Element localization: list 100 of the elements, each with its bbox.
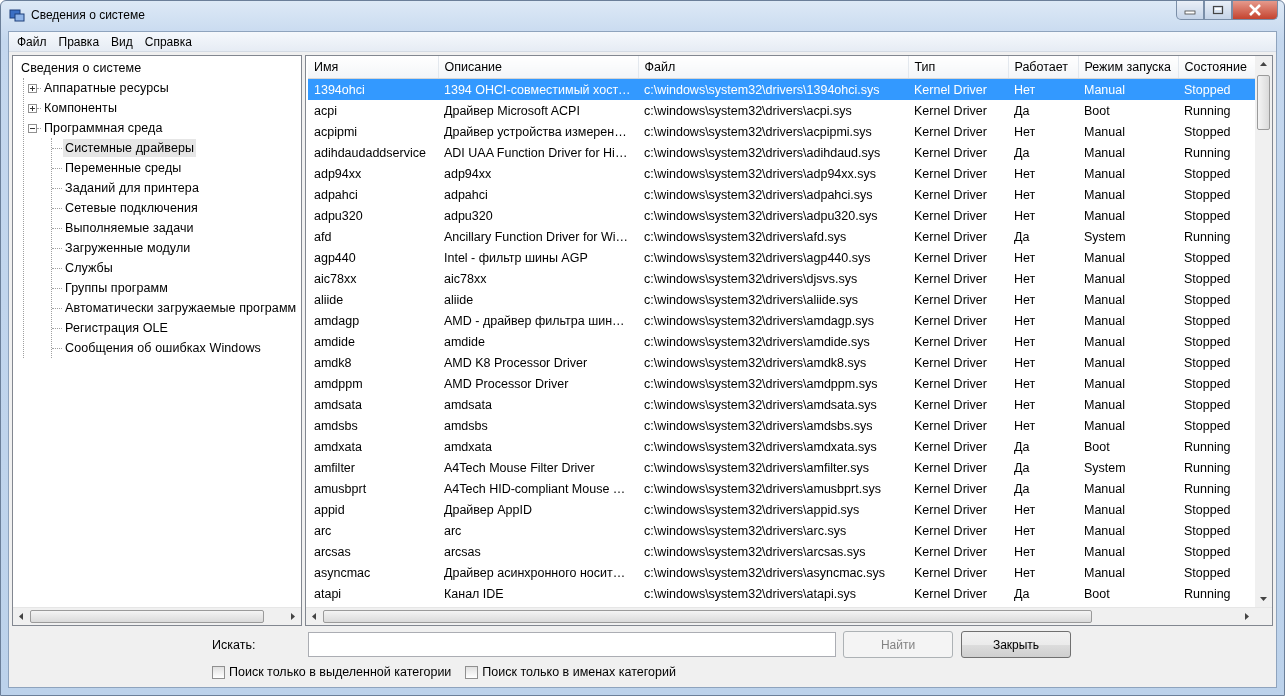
window-title: Сведения о системе: [31, 8, 145, 22]
table-cell: c:\windows\system32\drivers\adpu320.sys: [644, 208, 878, 223]
column-header[interactable]: Работает: [1008, 56, 1078, 79]
table-cell: adp94xx: [314, 166, 362, 181]
checkbox[interactable]: [465, 665, 479, 679]
table-cell: c:\windows\system32\drivers\acpipmi.sys: [644, 124, 872, 139]
tree-item[interactable]: Сведения о системе: [19, 59, 144, 77]
column-header[interactable]: Состояние: [1178, 56, 1255, 79]
tree-item[interactable]: Сообщения об ошибках Windows: [63, 339, 263, 357]
tree-item[interactable]: Автоматически загружаемые программ: [63, 299, 299, 317]
tree-item[interactable]: Службы: [63, 259, 115, 277]
column-header[interactable]: Файл: [638, 56, 908, 79]
table-cell: Да: [1014, 145, 1030, 160]
table-cell: c:\windows\system32\drivers\adpahci.sys: [644, 187, 873, 202]
maximize-button[interactable]: [1204, 1, 1232, 20]
table-cell: aic78xx: [444, 271, 487, 286]
menu-item[interactable]: Справка: [138, 34, 198, 49]
table-cell: asyncmac: [314, 565, 371, 580]
tree-item[interactable]: Программная среда: [42, 119, 165, 137]
table-cell: Нет: [1014, 523, 1036, 538]
table-cell: arcsas: [314, 544, 351, 559]
tree-item[interactable]: Заданий для принтера: [63, 179, 201, 197]
table-cell: Running: [1184, 586, 1231, 601]
table-cell: c:\windows\system32\drivers\arcsas.sys: [644, 544, 866, 559]
tree-item[interactable]: Загруженные модули: [63, 239, 193, 257]
tree-item[interactable]: Переменные среды: [63, 159, 184, 177]
app-icon: [9, 7, 25, 23]
table-cell: amdsata: [444, 397, 492, 412]
table-cell: Running: [1184, 460, 1231, 475]
horizontal-scrollbar[interactable]: [306, 607, 1272, 625]
table-cell: Stopped: [1184, 82, 1231, 97]
table-cell: amdsbs: [314, 418, 358, 433]
table-cell: arc: [314, 523, 332, 538]
table-cell: Нет: [1014, 565, 1036, 580]
menu-item[interactable]: Правка: [52, 34, 106, 49]
table-cell: appid: [314, 502, 345, 517]
table-cell: adpu320: [314, 208, 363, 223]
dialog-button[interactable]: Закрыть: [961, 631, 1071, 658]
table-cell: Stopped: [1184, 166, 1231, 181]
column-header[interactable]: Имя: [308, 56, 438, 79]
table-cell: Нет: [1014, 208, 1036, 223]
tree-item[interactable]: Выполняемые задачи: [63, 219, 196, 237]
table-cell: Boot: [1084, 103, 1110, 118]
table-cell: Stopped: [1184, 292, 1231, 307]
table-cell: aliide: [314, 292, 344, 307]
table-cell: Нет: [1014, 502, 1036, 517]
table-cell: Stopped: [1184, 376, 1231, 391]
table-cell: c:\windows\system32\drivers\djsvs.sys: [644, 271, 858, 286]
checkbox[interactable]: [212, 665, 225, 679]
tree-item[interactable]: Регистрация OLE: [63, 319, 171, 337]
collapse-icon[interactable]: [28, 123, 37, 133]
table-cell: adpahci: [444, 187, 488, 202]
table-cell: Драйвер Microsoft ACPI: [444, 103, 580, 118]
table-cell: A4Tech Mouse Filter Driver: [444, 460, 595, 475]
table-cell: System: [1084, 460, 1126, 475]
horizontal-scrollbar[interactable]: [13, 607, 301, 625]
tree-item[interactable]: Системные драйверы: [63, 139, 197, 157]
scroll-thumb[interactable]: [1257, 75, 1270, 130]
table-cell: amdxata: [444, 439, 492, 454]
table-cell: Manual: [1084, 292, 1125, 307]
search-field[interactable]: [308, 632, 836, 657]
table-cell: Stopped: [1184, 208, 1231, 223]
table-cell: Драйвер AppID: [444, 502, 532, 517]
table-cell: Kernel Driver: [914, 82, 987, 97]
table-cell: Нет: [1014, 271, 1036, 286]
tree-item[interactable]: Аппаратные ресурсы: [42, 79, 171, 97]
tree-item[interactable]: Группы программ: [63, 279, 170, 297]
table-cell: Kernel Driver: [914, 250, 987, 265]
table-cell: Нет: [1014, 418, 1036, 433]
table-cell: Нет: [1014, 124, 1036, 139]
checkbox-label[interactable]: Поиск только в именах категорий: [482, 665, 676, 679]
table-cell: Kernel Driver: [914, 334, 987, 349]
table-cell: c:\windows\system32\drivers\amusbprt.sys: [644, 481, 881, 496]
table-cell: Kernel Driver: [914, 355, 987, 370]
table-cell: c:\windows\system32\drivers\agp440.sys: [644, 250, 871, 265]
scroll-thumb[interactable]: [323, 610, 1092, 623]
table-cell: Boot: [1084, 439, 1110, 454]
table-cell: Manual: [1084, 565, 1125, 580]
checkbox-label[interactable]: Поиск только в выделенной категории: [229, 665, 452, 679]
table-cell: c:\windows\system32\drivers\amdide.sys: [644, 334, 870, 349]
column-header[interactable]: Тип: [908, 56, 1008, 79]
menu-item[interactable]: Файл: [11, 34, 53, 49]
table-cell: Manual: [1084, 187, 1125, 202]
scroll-thumb[interactable]: [30, 610, 264, 623]
table-cell: Канал IDE: [444, 586, 504, 601]
close-button[interactable]: [1232, 1, 1278, 20]
expand-icon[interactable]: [28, 83, 37, 93]
vertical-scrollbar[interactable]: [1255, 56, 1272, 607]
table-cell: Да: [1014, 103, 1030, 118]
table-cell: Stopped: [1184, 271, 1231, 286]
tree-item[interactable]: Компоненты: [42, 99, 119, 117]
tree-item[interactable]: Сетевые подключения: [63, 199, 200, 217]
column-header[interactable]: Режим запуска: [1078, 56, 1178, 79]
table-cell: Kernel Driver: [914, 187, 987, 202]
table-cell: Kernel Driver: [914, 208, 987, 223]
table-cell: c:\windows\system32\drivers\amdxata.sys: [644, 439, 877, 454]
column-header[interactable]: Описание: [438, 56, 638, 79]
expand-icon[interactable]: [28, 103, 37, 113]
table-cell: adpahci: [314, 187, 358, 202]
menu-item[interactable]: Вид: [105, 34, 139, 49]
